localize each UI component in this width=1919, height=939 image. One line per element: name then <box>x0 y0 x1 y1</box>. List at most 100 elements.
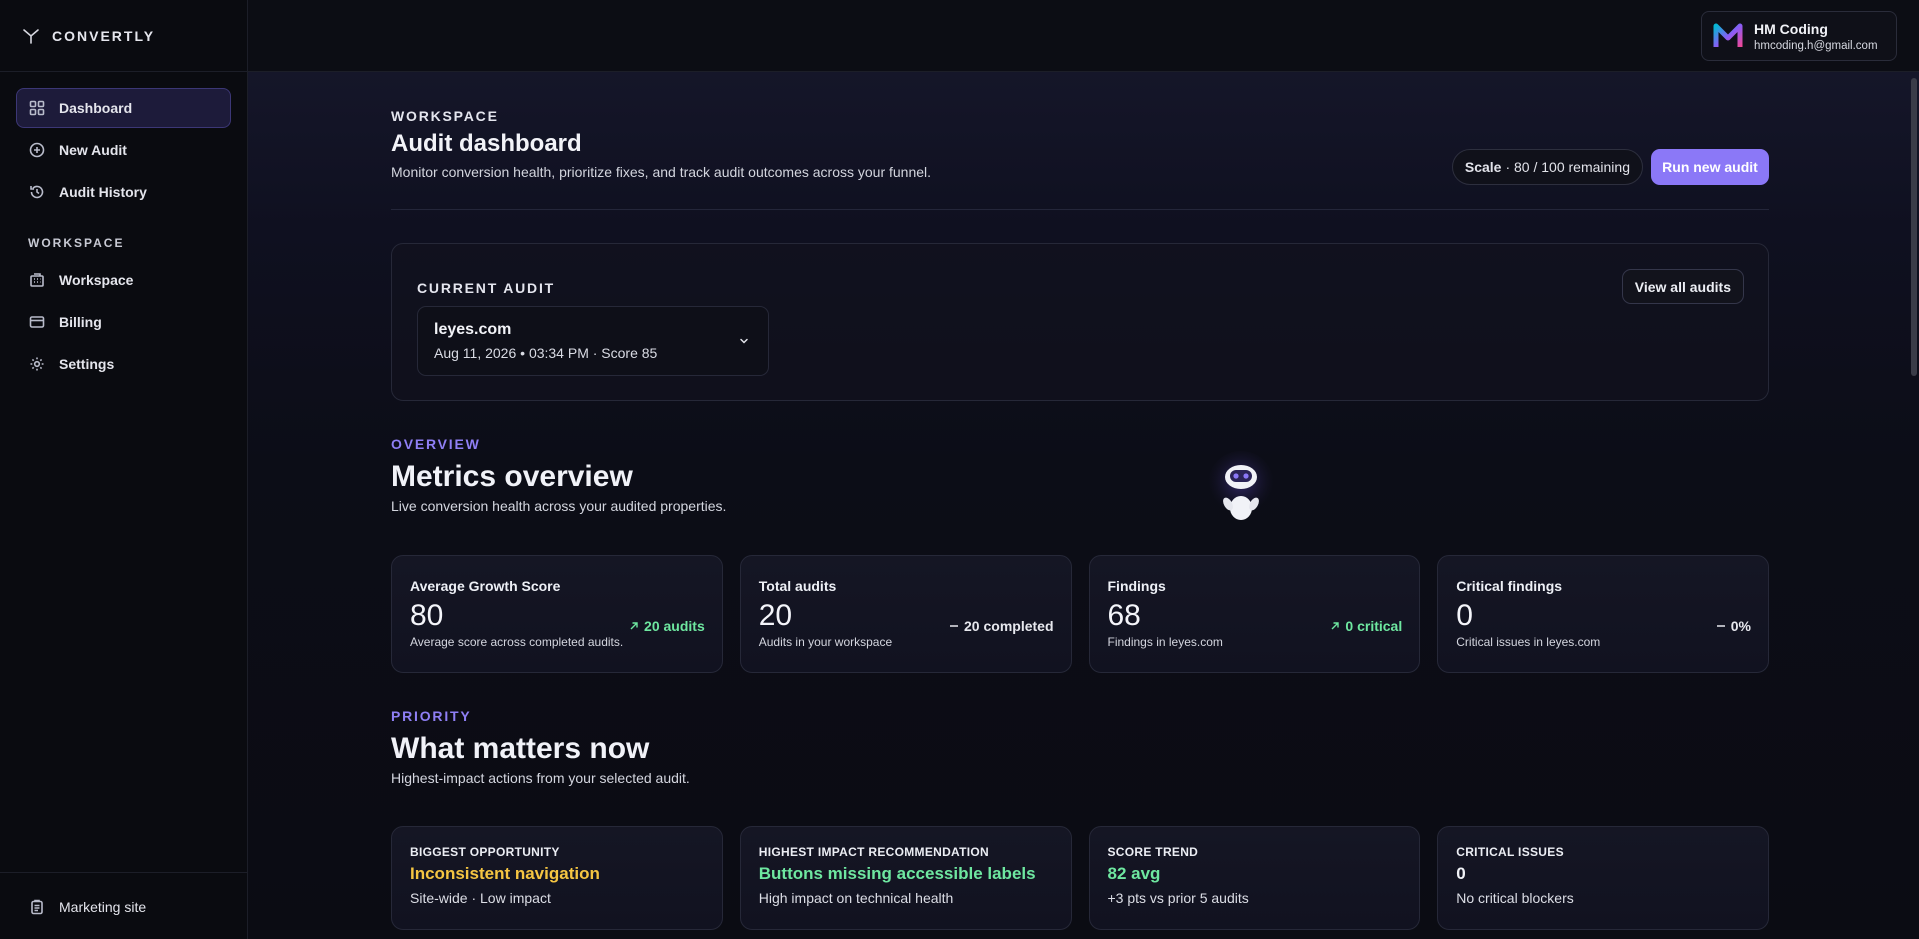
page-eyebrow: WORKSPACE <box>391 108 499 124</box>
priority-subtitle: Highest-impact actions from your selecte… <box>391 770 690 786</box>
sidebar-item-label: Workspace <box>59 272 134 288</box>
priority-section-header: PRIORITY What matters now Highest-impact… <box>391 708 1769 786</box>
priority-title: What matters now <box>391 732 650 765</box>
grid-icon <box>29 100 45 116</box>
priority-eyebrow: PRIORITY <box>391 708 472 724</box>
priority-value: Inconsistent navigation <box>410 864 600 883</box>
top-bar: HM Coding hmcoding.h@gmail.com <box>248 0 1919 72</box>
metric-delta-text: 0 critical <box>1345 618 1403 634</box>
overview-title: Metrics overview <box>391 460 633 493</box>
priority-label: SCORE TREND <box>1107 845 1199 859</box>
metric-delta: 20 audits <box>629 618 705 634</box>
metric-card[interactable]: Critical findings 0 Critical issues in l… <box>1437 555 1769 673</box>
priority-description: +3 pts vs prior 5 audits <box>1107 890 1249 906</box>
sidebar-item-marketing-site[interactable]: Marketing site <box>16 887 231 927</box>
sidebar-item-label: Audit History <box>59 184 147 200</box>
sidebar-item-settings[interactable]: Settings <box>16 344 231 384</box>
priority-card[interactable]: BIGGEST OPPORTUNITY Inconsistent navigat… <box>391 826 723 930</box>
sidebar-item-label: New Audit <box>59 142 127 158</box>
audit-domain: leyes.com <box>434 321 512 338</box>
metric-delta: 20 completed <box>949 618 1054 634</box>
sidebar-section-label: WORKSPACE <box>28 236 125 250</box>
sidebar-item-label: Dashboard <box>59 100 133 116</box>
overview-eyebrow: OVERVIEW <box>391 436 481 452</box>
dash-icon <box>1716 625 1725 627</box>
scrollbar[interactable] <box>1911 78 1917 376</box>
sidebar-footer: Marketing site <box>0 872 247 939</box>
convertly-logo-icon <box>23 28 39 44</box>
sidebar-item-dashboard[interactable]: Dashboard <box>16 88 231 128</box>
clipboard-icon <box>31 899 43 915</box>
audit-meta: Aug 11, 2026 • 03:34 PM · Score 85 <box>434 345 658 361</box>
metric-description: Average score across completed audits. <box>410 635 624 649</box>
page-header: WORKSPACE Audit dashboard Monitor conver… <box>391 108 1769 210</box>
user-info: HM Coding hmcoding.h@gmail.com <box>1754 21 1878 52</box>
priority-value: Buttons missing accessible labels <box>758 864 1036 883</box>
metrics-row: Average Growth Score 80 Average score ac… <box>391 555 1769 673</box>
metric-delta: 0 critical <box>1330 618 1402 634</box>
metric-description: Findings in leyes.com <box>1107 635 1223 649</box>
priority-description: High impact on technical health <box>758 890 954 906</box>
sidebar-item-billing[interactable]: Billing <box>16 302 231 342</box>
building-icon <box>30 273 44 287</box>
priority-card[interactable]: CRITICAL ISSUES 0 No critical blockers <box>1437 826 1769 930</box>
metric-label: Findings <box>1107 578 1166 594</box>
metric-label: Total audits <box>758 578 837 594</box>
sidebar-item-audit-history[interactable]: Audit History <box>16 172 231 212</box>
metric-delta: 0% <box>1716 618 1751 634</box>
gear-icon <box>30 357 44 371</box>
priority-description: No critical blockers <box>1456 890 1574 906</box>
priority-label: HIGHEST IMPACT RECOMMENDATION <box>758 845 989 859</box>
priority-card[interactable]: HIGHEST IMPACT RECOMMENDATION Buttons mi… <box>739 826 1072 930</box>
user-menu[interactable]: HM Coding hmcoding.h@gmail.com <box>1701 11 1897 61</box>
metric-card[interactable]: Findings 68 Findings in leyes.com 0 crit… <box>1088 555 1421 673</box>
plan-badge: Scale · 80 / 100 remaining <box>1451 149 1643 185</box>
run-new-audit-button[interactable]: Run new audit <box>1651 149 1769 185</box>
plus-circle-icon <box>29 142 45 158</box>
priority-row: BIGGEST OPPORTUNITY Inconsistent navigat… <box>391 826 1769 930</box>
dash-icon <box>950 625 959 627</box>
user-email: hmcoding.h@gmail.com <box>1754 39 1878 52</box>
metric-description: Audits in your workspace <box>758 635 893 649</box>
user-name: HM Coding <box>1754 20 1828 37</box>
priority-card[interactable]: SCORE TREND 82 avg +3 pts vs prior 5 aud… <box>1088 826 1421 930</box>
robot-mascot-icon <box>1208 451 1274 520</box>
history-icon <box>30 185 44 199</box>
metric-card[interactable]: Average Growth Score 80 Average score ac… <box>391 555 723 673</box>
brand[interactable]: CONVERTLY <box>0 0 247 72</box>
sidebar-item-label: Settings <box>59 356 115 372</box>
metric-card[interactable]: Total audits 20 Audits in your workspace… <box>739 555 1072 673</box>
brand-name: CONVERTLY <box>52 27 156 44</box>
current-audit-eyebrow: CURRENT AUDIT <box>417 280 555 296</box>
audit-select[interactable]: leyes.com Aug 11, 2026 • 03:34 PM · Scor… <box>417 306 769 376</box>
priority-label: CRITICAL ISSUES <box>1456 845 1564 859</box>
sidebar-item-label: Marketing site <box>59 899 147 915</box>
sidebar-item-new-audit[interactable]: New Audit <box>16 130 231 170</box>
priority-label: BIGGEST OPPORTUNITY <box>410 845 560 859</box>
overview-section-header: OVERVIEW Metrics overview Live conversio… <box>391 436 1769 514</box>
sidebar: CONVERTLY Dashboard New Audit Audit Hist… <box>0 0 248 939</box>
priority-description: Site-wide · Low impact <box>410 890 551 906</box>
metric-label: Average Growth Score <box>410 578 561 594</box>
overview-subtitle: Live conversion health across your audit… <box>391 498 727 514</box>
sidebar-item-workspace[interactable]: Workspace <box>16 260 231 300</box>
plan-remaining: · 80 / 100 remaining <box>1505 159 1630 175</box>
card-icon <box>29 316 45 328</box>
m-logo-icon <box>1713 23 1743 47</box>
arrow-up-right-icon <box>1331 622 1340 630</box>
plan-name: Scale <box>1464 159 1502 175</box>
priority-value: 82 avg <box>1107 864 1161 883</box>
metric-delta-text: 0% <box>1730 618 1751 634</box>
view-all-audits-button[interactable]: View all audits <box>1621 269 1744 304</box>
current-audit-panel: CURRENT AUDIT View all audits leyes.com … <box>391 243 1769 401</box>
priority-value: 0 <box>1456 864 1466 883</box>
metric-delta-text: 20 completed <box>964 618 1054 634</box>
sidebar-item-label: Billing <box>59 314 102 330</box>
main-content: WORKSPACE Audit dashboard Monitor conver… <box>248 72 1919 939</box>
metric-value: 0 <box>1456 599 1473 632</box>
chevron-down-icon <box>740 338 748 344</box>
sidebar-nav: Dashboard New Audit Audit History WORKSP… <box>0 72 247 384</box>
metric-delta-text: 20 audits <box>644 618 705 634</box>
metric-description: Critical issues in leyes.com <box>1456 635 1601 649</box>
metric-label: Critical findings <box>1456 578 1563 594</box>
